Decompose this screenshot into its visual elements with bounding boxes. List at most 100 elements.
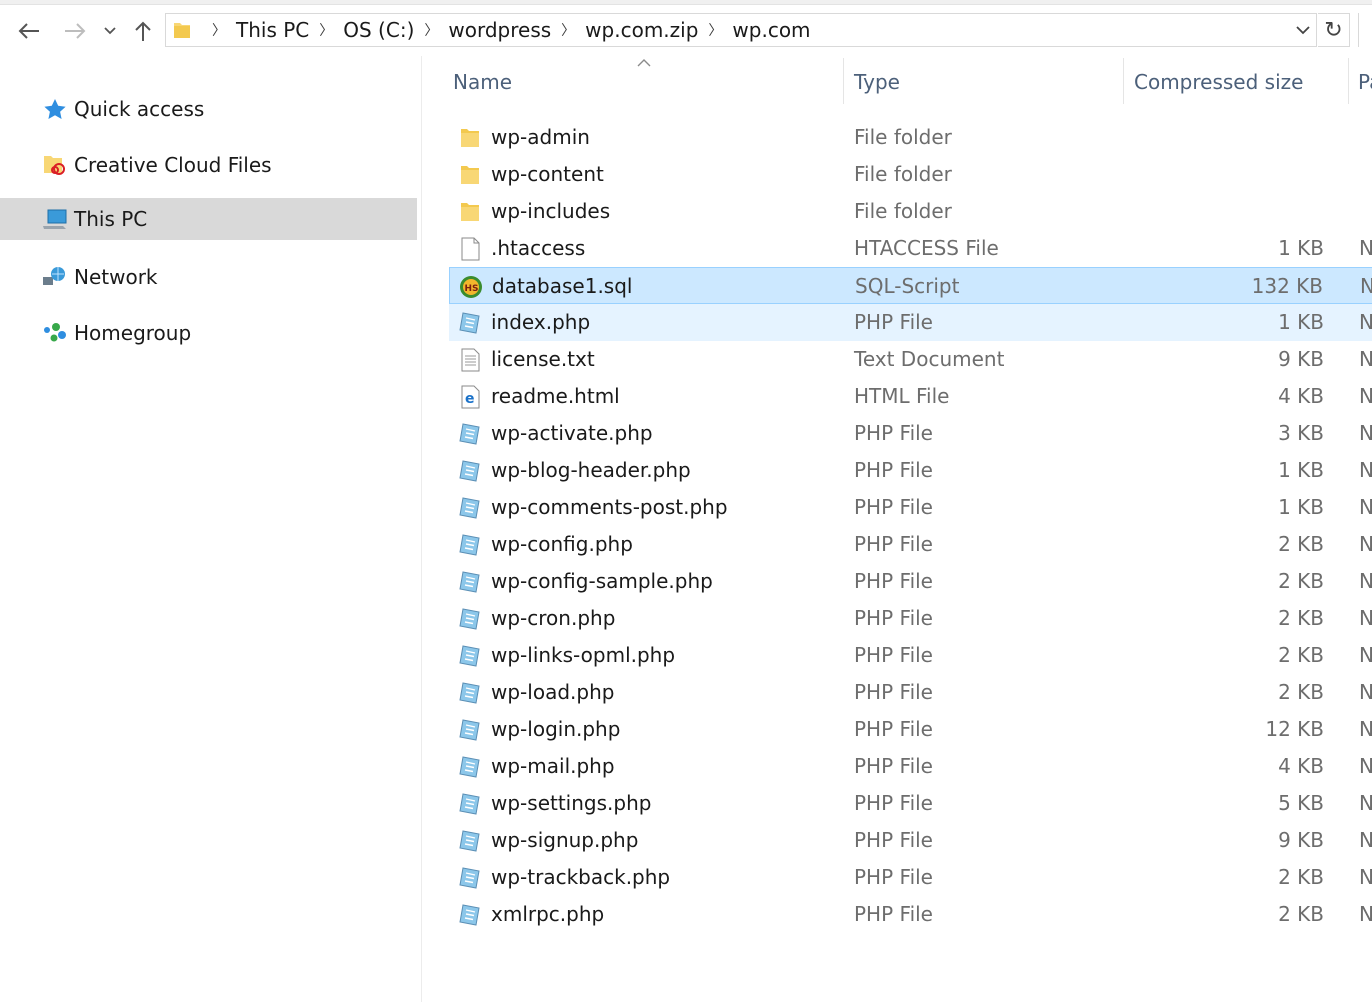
file-name: wp-activate.php	[491, 421, 653, 445]
file-compressed-size: 9 KB	[1278, 828, 1324, 852]
forward-button[interactable]	[60, 14, 90, 48]
file-row[interactable]: wp-blog-header.php PHP File 1 KB N	[449, 452, 1372, 489]
refresh-button[interactable]: ↻	[1318, 13, 1350, 47]
back-button[interactable]	[14, 14, 44, 48]
file-type: PHP File	[854, 458, 933, 482]
search-box-edge[interactable]	[1358, 13, 1372, 47]
file-row[interactable]: wp-config.php PHP File 2 KB N	[449, 526, 1372, 563]
php-file-icon	[457, 754, 483, 780]
folder-icon	[457, 162, 483, 188]
file-truncated-column: N	[1359, 347, 1372, 371]
address-bar[interactable]: 〉 This PC 〉 OS (C:) 〉 wordpress 〉 wp.com…	[165, 13, 1317, 47]
php-file-icon	[457, 865, 483, 891]
file-row[interactable]: e readme.html HTML File 4 KB N	[449, 378, 1372, 415]
breadcrumb-wordpress[interactable]: wordpress	[448, 18, 551, 42]
file-name: wp-mail.php	[491, 754, 615, 778]
sidebar-item-quick-access[interactable]: Quick access	[0, 88, 417, 130]
column-divider[interactable]	[843, 58, 844, 104]
file-truncated-column: N	[1359, 717, 1372, 741]
file-truncated-column: N	[1360, 274, 1372, 298]
file-name: readme.html	[491, 384, 620, 408]
column-header-type[interactable]: Type	[854, 56, 900, 108]
sidebar-item-homegroup[interactable]: Homegroup	[0, 312, 417, 354]
file-compressed-size: 2 KB	[1278, 569, 1324, 593]
file-row[interactable]: wp-admin File folder	[449, 119, 1372, 156]
file-truncated-column: N	[1359, 606, 1372, 630]
file-row[interactable]: .htaccess HTACCESS File 1 KB N	[449, 230, 1372, 267]
file-type: PHP File	[854, 865, 933, 889]
file-truncated-column: N	[1359, 902, 1372, 926]
file-type: HTACCESS File	[854, 236, 999, 260]
php-file-icon	[457, 791, 483, 817]
recent-locations-button[interactable]	[100, 14, 120, 48]
file-row[interactable]: wp-includes File folder	[449, 193, 1372, 230]
file-compressed-size: 9 KB	[1278, 347, 1324, 371]
sort-ascending-icon	[637, 59, 651, 67]
file-row[interactable]: wp-load.php PHP File 2 KB N	[449, 674, 1372, 711]
up-button[interactable]	[128, 14, 158, 48]
breadcrumb-os-c[interactable]: OS (C:)	[343, 18, 414, 42]
breadcrumb-separator[interactable]: 〉	[414, 20, 448, 40]
sidebar-item-creative-cloud-files[interactable]: Creative Cloud Files	[0, 144, 417, 186]
file-type: PHP File	[854, 828, 933, 852]
file-truncated-column: N	[1359, 828, 1372, 852]
file-compressed-size: 1 KB	[1278, 236, 1324, 260]
file-type: PHP File	[854, 606, 933, 630]
breadcrumb-wp-com-zip[interactable]: wp.com.zip	[585, 18, 698, 42]
column-divider[interactable]	[1123, 58, 1124, 104]
file-row[interactable]: wp-links-opml.php PHP File 2 KB N	[449, 637, 1372, 674]
file-row[interactable]: wp-mail.php PHP File 4 KB N	[449, 748, 1372, 785]
file-row[interactable]: wp-trackback.php PHP File 2 KB N	[449, 859, 1372, 896]
file-name: database1.sql	[492, 274, 633, 298]
file-type: File folder	[854, 125, 952, 149]
column-header-compressed-size[interactable]: Compressed size	[1134, 56, 1303, 108]
folder-icon	[457, 125, 483, 151]
breadcrumb-separator[interactable]: 〉	[202, 20, 236, 40]
breadcrumb-separator[interactable]: 〉	[551, 20, 585, 40]
file-name: wp-trackback.php	[491, 865, 671, 889]
breadcrumb-separator[interactable]: 〉	[309, 20, 343, 40]
file-row[interactable]: wp-content File folder	[449, 156, 1372, 193]
file-row[interactable]: index.php PHP File 1 KB N	[449, 304, 1372, 341]
file-truncated-column: N	[1359, 458, 1372, 482]
file-row[interactable]: license.txt Text Document 9 KB N	[449, 341, 1372, 378]
sidebar-item-label: Homegroup	[74, 321, 192, 345]
file-row[interactable]: wp-cron.php PHP File 2 KB N	[449, 600, 1372, 637]
php-file-icon	[457, 421, 483, 447]
file-name: wp-admin	[491, 125, 590, 149]
column-header-truncated[interactable]: Pa	[1358, 56, 1372, 108]
file-compressed-size: 4 KB	[1278, 754, 1324, 778]
address-history-chevron-icon[interactable]	[1296, 23, 1310, 37]
file-row[interactable]: HS database1.sql SQL-Script 132 KB N	[449, 267, 1372, 304]
file-name: wp-config.php	[491, 532, 633, 556]
file-row[interactable]: wp-comments-post.php PHP File 1 KB N	[449, 489, 1372, 526]
file-truncated-column: N	[1359, 495, 1372, 519]
sidebar-item-this-pc[interactable]: This PC	[0, 198, 417, 240]
file-row[interactable]: xmlrpc.php PHP File 2 KB N	[449, 896, 1372, 933]
breadcrumb-wp-com[interactable]: wp.com	[732, 18, 810, 42]
file-compressed-size: 1 KB	[1278, 458, 1324, 482]
file-row[interactable]: wp-settings.php PHP File 5 KB N	[449, 785, 1372, 822]
php-file-icon	[457, 495, 483, 521]
sidebar-item-label: Creative Cloud Files	[74, 153, 272, 177]
file-name: index.php	[491, 310, 591, 334]
file-name: wp-content	[491, 162, 604, 186]
file-type: PHP File	[854, 717, 933, 741]
php-file-icon	[457, 606, 483, 632]
php-file-icon	[457, 458, 483, 484]
file-row[interactable]: wp-signup.php PHP File 9 KB N	[449, 822, 1372, 859]
file-row[interactable]: wp-login.php PHP File 12 KB N	[449, 711, 1372, 748]
column-divider[interactable]	[1348, 58, 1349, 104]
sidebar-item-network[interactable]: Network	[0, 256, 417, 298]
file-type: PHP File	[854, 495, 933, 519]
breadcrumb-this-pc[interactable]: This PC	[236, 18, 309, 42]
php-file-icon	[457, 569, 483, 595]
file-type: File folder	[854, 199, 952, 223]
text-file-icon	[457, 347, 483, 373]
file-compressed-size: 4 KB	[1278, 384, 1324, 408]
file-row[interactable]: wp-activate.php PHP File 3 KB N	[449, 415, 1372, 452]
file-compressed-size: 5 KB	[1278, 791, 1324, 815]
column-header-name[interactable]: Name	[453, 56, 512, 108]
file-row[interactable]: wp-config-sample.php PHP File 2 KB N	[449, 563, 1372, 600]
breadcrumb-separator[interactable]: 〉	[698, 20, 732, 40]
